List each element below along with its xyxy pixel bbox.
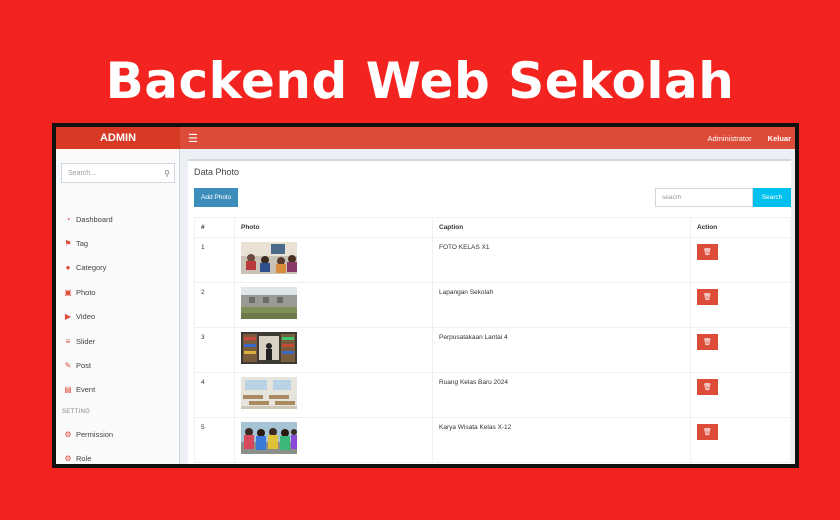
column-header-photo: Photo [234,217,433,238]
calendar-icon: ▤ [64,385,72,395]
sidebar-item-label: Photo [76,287,96,297]
sidebar-menu: ◔ Dashboard ⚑ Tag ● Category ▣ Photo ▶ V… [56,207,179,464]
admin-screen: ADMIN ☰ Administrator Keluar Search... ⚲… [56,127,795,464]
trash-icon: 🗑 [703,249,712,256]
row-number: 4 [194,372,235,418]
sidebar-item-video[interactable]: ▶ Video [56,305,179,329]
sidebar-item-permission[interactable]: ⚙ Permission [56,422,179,446]
field-trip-photo [241,422,297,454]
row-photo-cell [234,282,433,328]
school-field-photo [241,287,297,319]
page-headline: Backend Web Sekolah [105,52,735,110]
row-caption: FOTO KELAS X1 [432,237,691,283]
table-search-input[interactable]: seacrh [655,188,753,207]
sidebar-item-label: Slider [76,336,96,346]
trash-icon: 🗑 [703,429,712,436]
table-row: 5 Karya Wisata Kelas X-12 🗑 [194,417,791,463]
page-title: Data Photo [194,167,240,177]
search-button[interactable]: Search [753,188,791,207]
sidebar-item-event[interactable]: ▤ Event [56,378,179,402]
table-row: 2 Lapangan Sekolah 🗑 [194,282,791,328]
row-number: 1 [194,237,235,283]
photo-box: Data Photo Add Photo seacrh Search # Pho… [188,159,791,464]
photo-icon: ▣ [64,287,72,297]
circle-icon: ● [65,263,71,273]
trash-icon: 🗑 [703,339,712,346]
sidebar-item-label: Video [76,312,96,322]
gears-icon: ⚙ [64,429,72,439]
sidebar-search-placeholder: Search... [68,169,97,177]
tag-icon: ⚑ [64,239,72,249]
sidebar-item-label: Category [76,263,107,273]
column-header-action: Action [690,217,791,238]
dashboard-icon: ◔ [65,214,71,224]
table-row: 4 Ruang Kelas Baru 2024 🗑 [194,372,791,418]
sidebar-item-post[interactable]: ✎ Post [56,353,179,377]
row-action-cell: 🗑 [690,282,791,328]
row-photo-cell [234,237,433,283]
sliders-icon: ≡ [65,336,71,346]
sidebar-item-photo[interactable]: ▣ Photo [56,280,179,304]
row-number: 5 [194,417,235,463]
delete-button[interactable]: 🗑 [697,244,718,260]
row-action-cell: 🗑 [690,327,791,373]
sidebar-item-label: Event [76,385,96,395]
sidebar-item-label: Tag [76,239,89,249]
row-caption: Lapangan Sekolah [432,282,691,328]
row-action-cell: 🗑 [690,417,791,463]
search-icon[interactable]: ⚲ [160,169,174,178]
video-icon: ▶ [64,312,72,322]
main-content: Data Photo Add Photo seacrh Search # Pho… [180,149,795,464]
row-photo-cell [234,417,433,463]
sidebar-item-role[interactable]: ⚙ Role [56,447,179,464]
sidebar-search-input[interactable]: Search... ⚲ [61,163,175,183]
table-row: 1 FOTO KELAS X1 🗑 [194,237,791,283]
logout-link[interactable]: Keluar [768,134,791,143]
sidebar: Search... ⚲ ◔ Dashboard ⚑ Tag ● Category… [56,149,180,464]
sidebar-item-label: Dashboard [76,214,113,224]
delete-button[interactable]: 🗑 [697,424,718,440]
classroom-photo [241,242,297,274]
hamburger-icon[interactable]: ☰ [188,132,198,145]
sidebar-item-label: Permission [76,429,114,439]
sidebar-item-slider[interactable]: ≡ Slider [56,329,179,353]
top-navbar: ADMIN ☰ Administrator Keluar [56,127,795,149]
delete-button[interactable]: 🗑 [697,289,718,305]
gears-icon: ⚙ [64,454,72,464]
sidebar-item-tag[interactable]: ⚑ Tag [56,231,179,255]
photo-table: # Photo Caption Action 1 FOTO KELAS X1 🗑… [194,217,791,463]
row-caption: Ruang Kelas Baru 2024 [432,372,691,418]
row-caption: Karya Wisata Kelas X-12 [432,417,691,463]
sidebar-section-setting: SETTING [62,409,91,416]
row-number: 2 [194,282,235,328]
user-menu[interactable]: Administrator [707,134,751,143]
row-action-cell: 🗑 [690,372,791,418]
row-number: 3 [194,327,235,373]
column-header-caption: Caption [432,217,691,238]
trash-icon: 🗑 [703,294,712,301]
row-photo-cell [234,372,433,418]
row-caption: Perpusatakaan Lantai 4 [432,327,691,373]
sidebar-item-dashboard[interactable]: ◔ Dashboard [56,207,179,231]
library-photo [241,332,297,364]
sidebar-item-label: Role [76,454,92,464]
edit-icon: ✎ [64,361,72,371]
new-classroom-photo [241,377,297,409]
delete-button[interactable]: 🗑 [697,334,718,350]
brand-logo[interactable]: ADMIN [56,127,180,149]
screenshot-frame: ADMIN ☰ Administrator Keluar Search... ⚲… [52,123,799,468]
delete-button[interactable]: 🗑 [697,379,718,395]
table-header-row: # Photo Caption Action [194,217,791,238]
add-photo-button[interactable]: Add Photo [194,188,239,207]
column-header-number: # [194,217,235,238]
sidebar-item-category[interactable]: ● Category [56,256,179,280]
row-action-cell: 🗑 [690,237,791,283]
table-row: 3 Perpusatakaan Lantai 4 🗑 [194,327,791,373]
trash-icon: 🗑 [703,384,712,391]
sidebar-item-label: Post [76,361,92,371]
row-photo-cell [234,327,433,373]
